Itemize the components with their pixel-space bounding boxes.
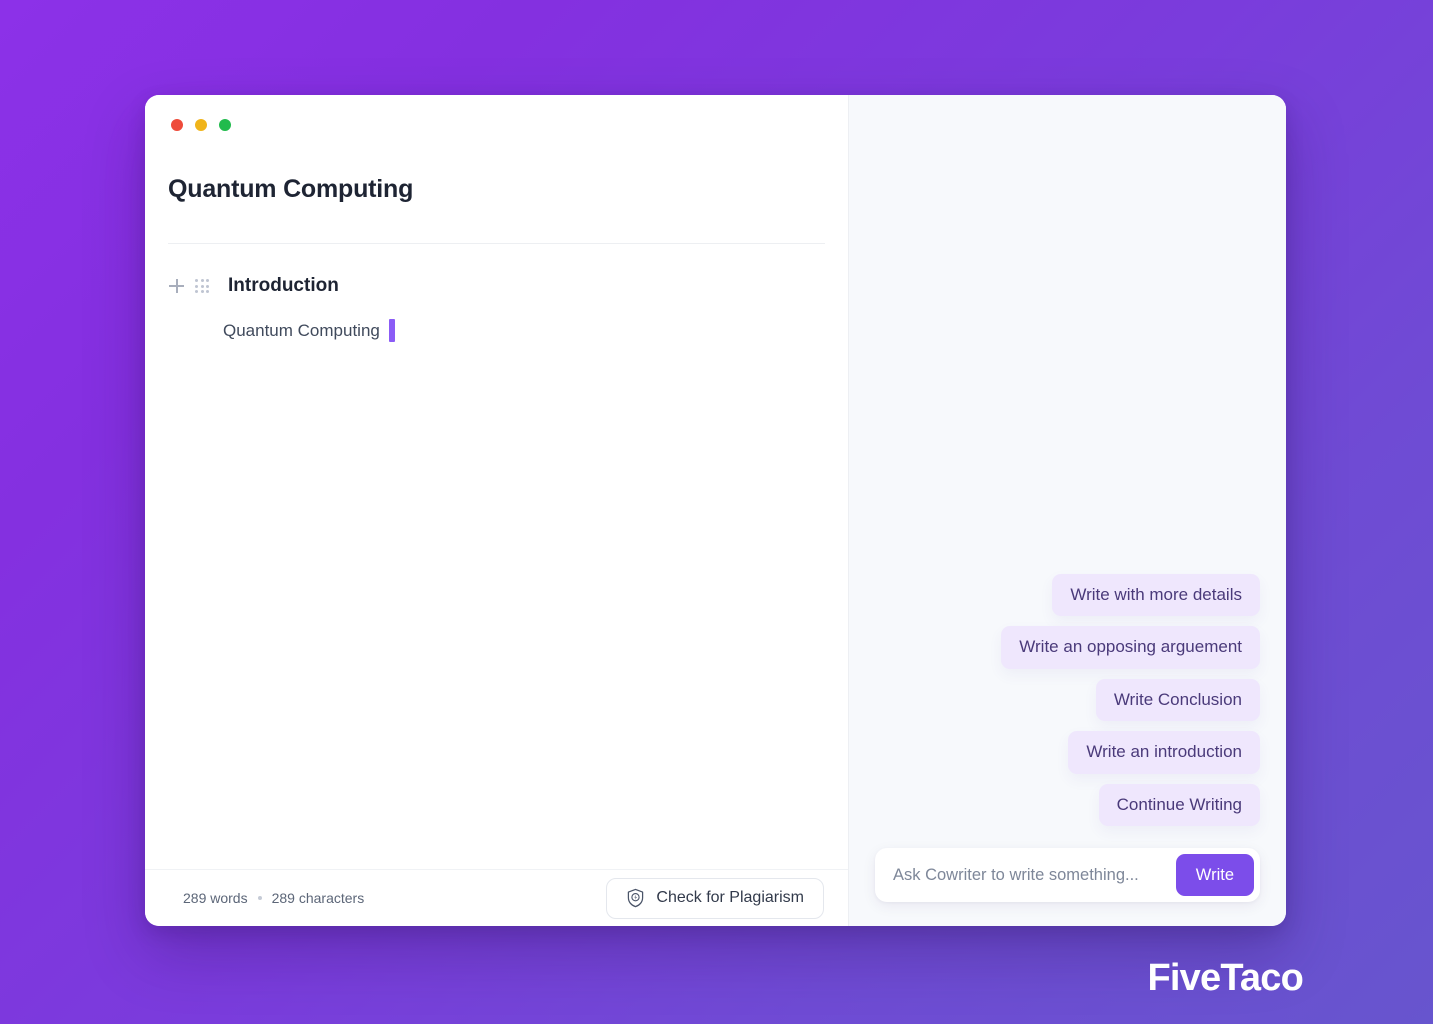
maximize-window-button[interactable] bbox=[219, 119, 231, 131]
assistant-composer: Write bbox=[875, 848, 1260, 902]
character-count: 289 characters bbox=[271, 890, 365, 906]
drag-handle-icon[interactable] bbox=[194, 277, 210, 295]
word-count: 289 words bbox=[183, 890, 248, 906]
document-stats: 289 words 289 characters bbox=[183, 890, 364, 906]
editor-paragraph-row[interactable]: Quantum Computing bbox=[223, 319, 395, 342]
paragraph-text: Quantum Computing bbox=[223, 320, 380, 340]
editor-block-heading-row: Introduction bbox=[168, 273, 339, 299]
cowriter-assistant-panel: Write with more details Write an opposin… bbox=[849, 95, 1286, 926]
stats-separator-dot bbox=[257, 896, 262, 900]
window-controls bbox=[171, 119, 231, 131]
close-window-button[interactable] bbox=[171, 119, 183, 131]
text-caret bbox=[388, 319, 395, 342]
check-plagiarism-button[interactable]: Check for Plagiarism bbox=[606, 877, 824, 919]
document-title[interactable]: Quantum Computing bbox=[168, 175, 413, 204]
suggestion-chip-list: Write with more details Write an opposin… bbox=[875, 574, 1260, 826]
suggestion-chip-write-an-opposing-arguement[interactable]: Write an opposing arguement bbox=[1001, 626, 1260, 669]
check-plagiarism-label: Check for Plagiarism bbox=[656, 889, 804, 906]
minimize-window-button[interactable] bbox=[195, 119, 207, 131]
section-heading[interactable]: Introduction bbox=[228, 275, 339, 297]
write-button[interactable]: Write bbox=[1175, 854, 1254, 896]
editor-footer: 289 words 289 characters Check for Plagi… bbox=[145, 870, 848, 926]
app-window: Quantum Computing Introduction Quantum C… bbox=[145, 95, 1286, 926]
suggestion-chip-write-with-more-details[interactable]: Write with more details bbox=[1052, 574, 1260, 617]
suggestion-chip-write-an-introduction[interactable]: Write an introduction bbox=[1068, 731, 1260, 774]
title-divider bbox=[168, 243, 825, 244]
assistant-prompt-input[interactable] bbox=[879, 865, 1176, 885]
shield-bolt-icon bbox=[626, 888, 645, 908]
plus-icon[interactable] bbox=[168, 277, 186, 295]
suggestion-chip-write-conclusion[interactable]: Write Conclusion bbox=[1095, 678, 1260, 722]
editor-panel: Quantum Computing Introduction Quantum C… bbox=[145, 95, 849, 926]
fivetaco-logo: FiveTaco bbox=[1147, 957, 1303, 999]
suggestion-chip-continue-writing[interactable]: Continue Writing bbox=[1098, 783, 1260, 826]
